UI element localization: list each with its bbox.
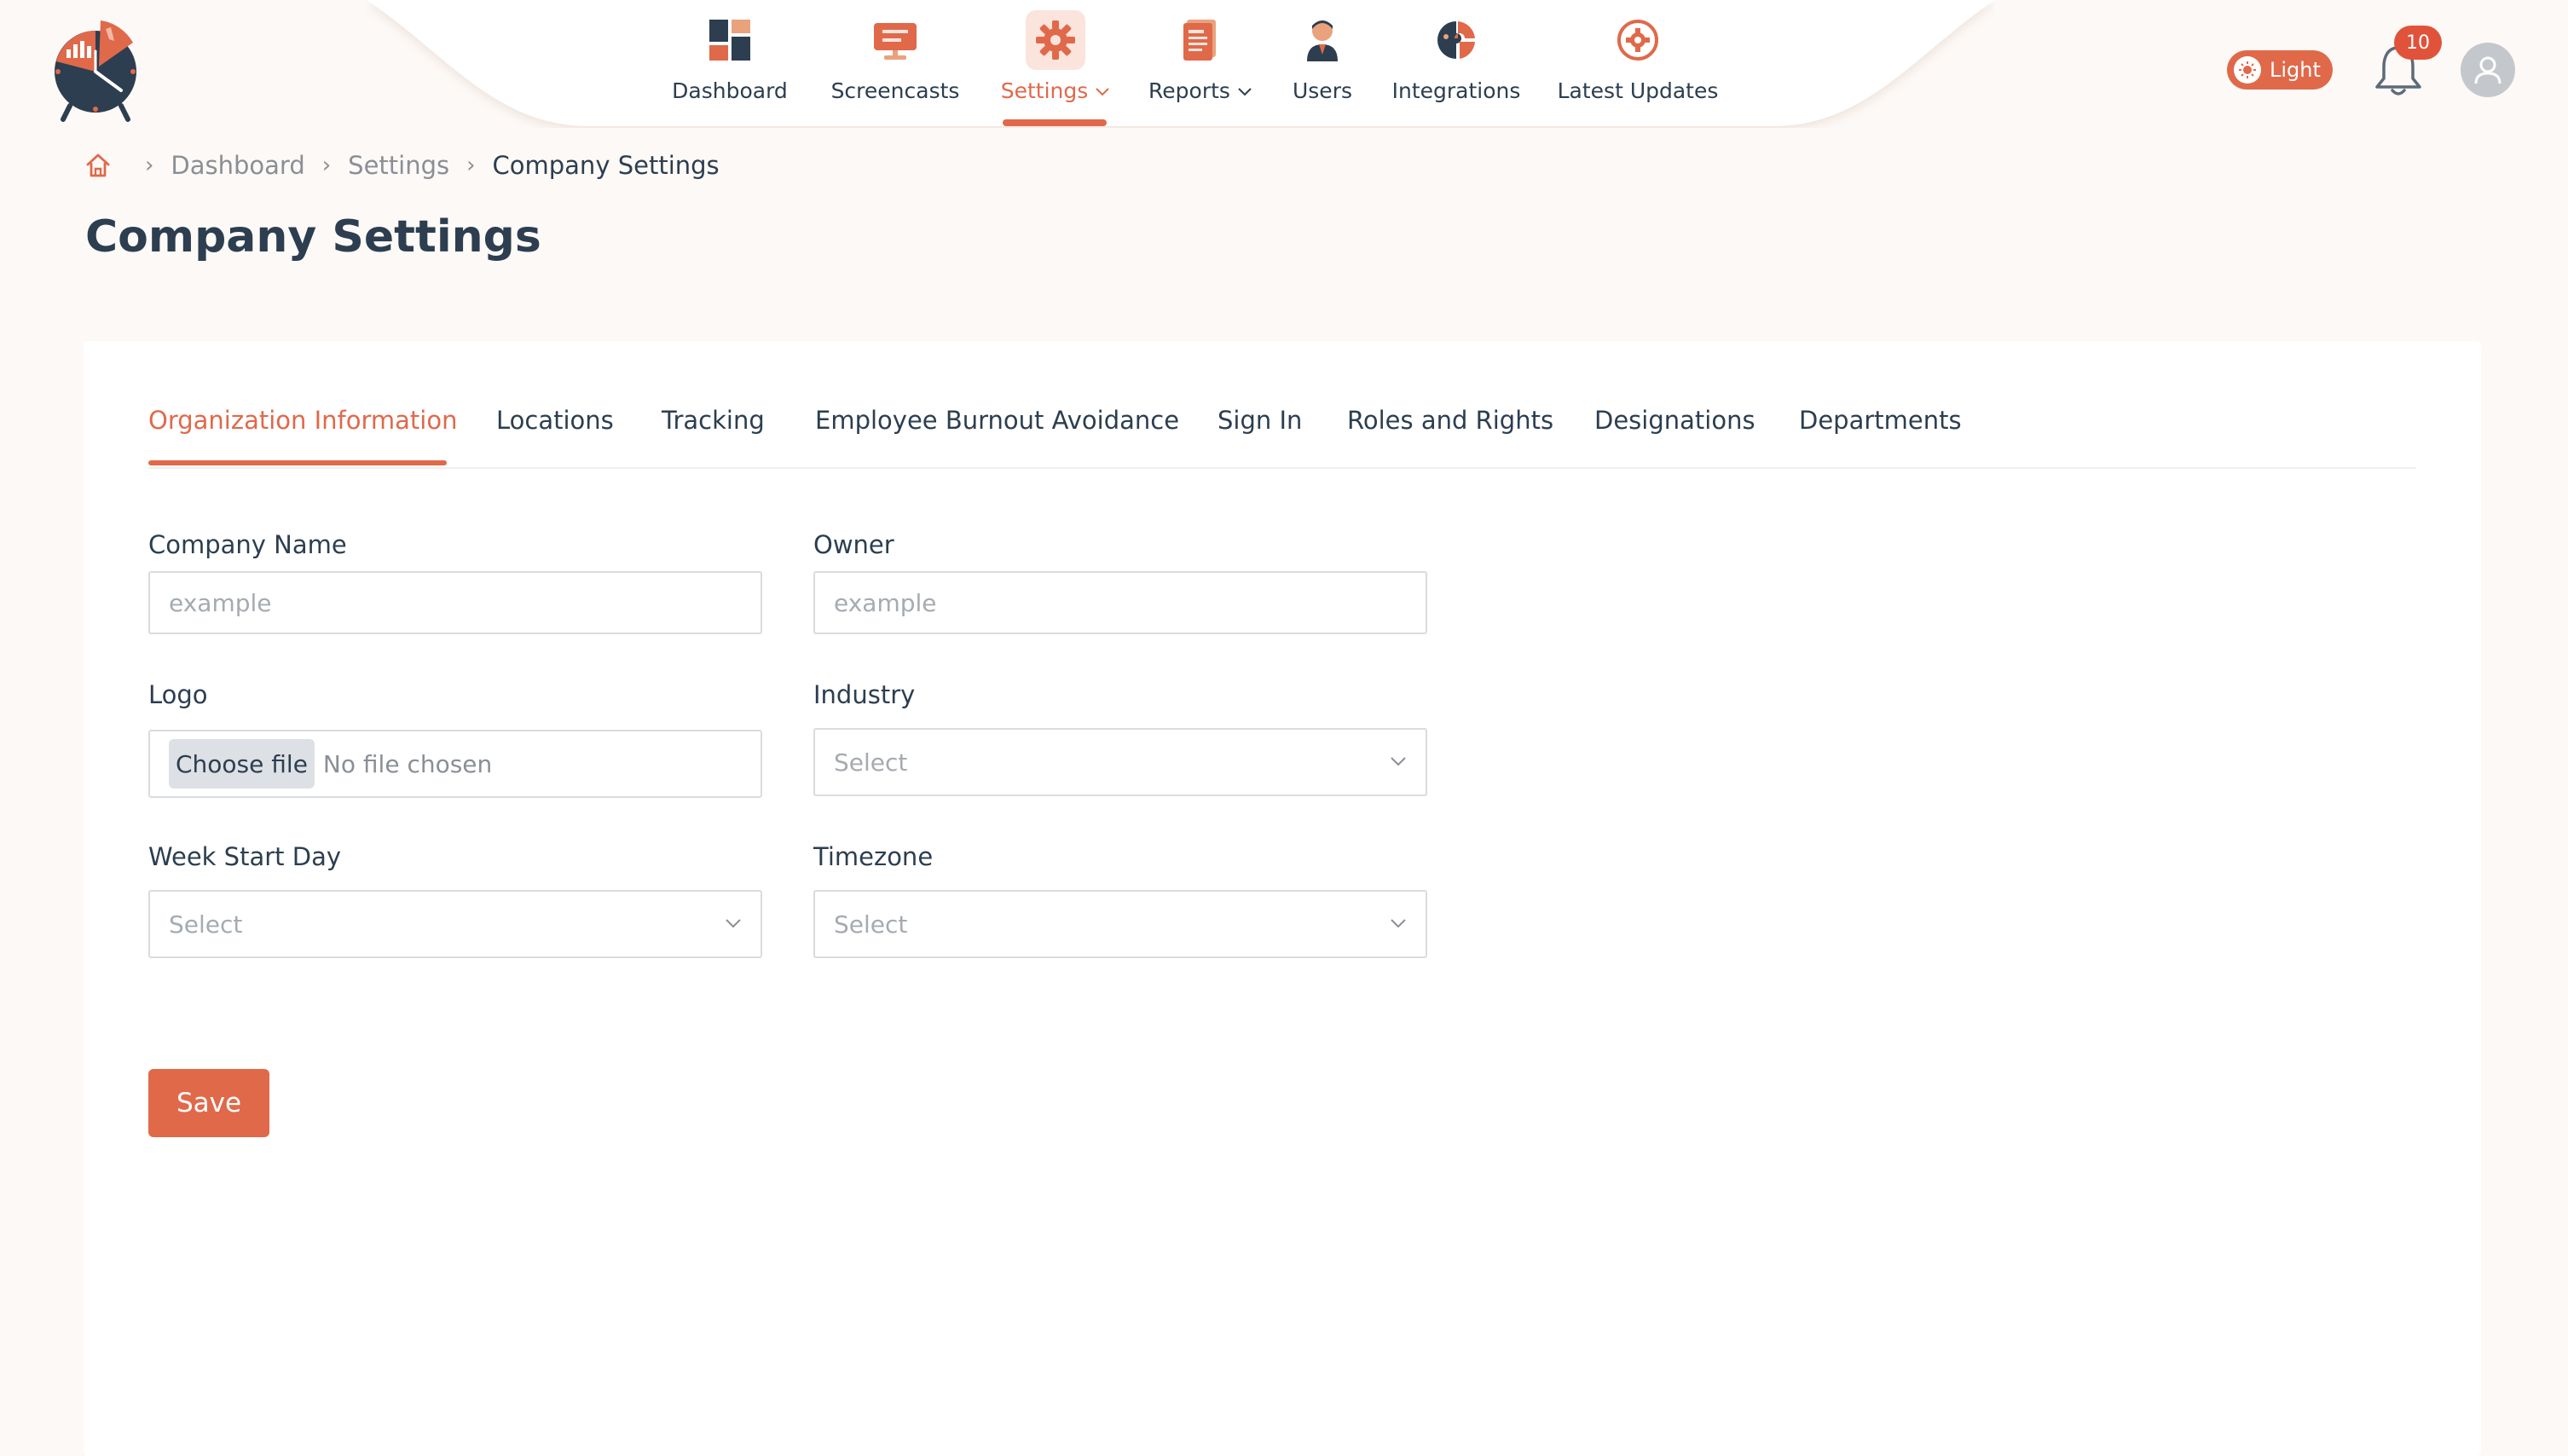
- tab-tracking[interactable]: Tracking: [662, 406, 765, 435]
- breadcrumb-separator: ›: [321, 153, 332, 178]
- owner-input[interactable]: [813, 571, 1427, 634]
- breadcrumb-item-current: Company Settings: [492, 151, 720, 180]
- nav-item-screencasts[interactable]: Screencasts: [827, 10, 963, 130]
- chevron-down-icon: [1391, 757, 1406, 766]
- sun-icon: [2239, 61, 2256, 78]
- logo-label: Logo: [148, 680, 208, 709]
- file-status-text: No file chosen: [322, 749, 493, 778]
- page-title: Company Settings: [85, 211, 541, 263]
- week-start-day-select-value: Select: [169, 910, 243, 939]
- settings-card: Organization Information Locations Track…: [84, 341, 2481, 1456]
- notification-badge: 10: [2394, 26, 2442, 60]
- nav-label: Integrations: [1391, 78, 1521, 103]
- breadcrumb-item-settings[interactable]: Settings: [348, 151, 449, 180]
- chevron-down-icon: [1238, 87, 1252, 95]
- chevron-down-icon: [1096, 87, 1109, 95]
- nav-item-dashboard[interactable]: Dashboard: [670, 10, 789, 130]
- breadcrumb: › Dashboard › Settings › Company Setting…: [85, 148, 720, 182]
- owner-label: Owner: [813, 530, 894, 559]
- tab-active-indicator: [148, 460, 447, 465]
- nav-label: Screencasts: [830, 78, 960, 103]
- nav-label: Settings: [1000, 78, 1089, 103]
- report-icon: [1183, 20, 1216, 61]
- dashboard-icon: [709, 20, 750, 61]
- timezone-select-value: Select: [834, 910, 908, 939]
- nav-item-settings[interactable]: Settings: [998, 10, 1113, 130]
- nav-item-integrations[interactable]: Integrations: [1390, 10, 1523, 130]
- tab-departments[interactable]: Departments: [1799, 406, 1962, 435]
- week-start-day-label: Week Start Day: [148, 842, 341, 871]
- nav-label: Users: [1292, 78, 1352, 103]
- home-icon[interactable]: [85, 153, 111, 178]
- updates-icon: [1617, 20, 1658, 61]
- user-avatar-icon: [2474, 56, 2501, 84]
- choose-file-button[interactable]: Choose file: [169, 739, 315, 789]
- industry-label: Industry: [813, 680, 916, 709]
- logo-file-input[interactable]: Choose file No file chosen: [148, 730, 762, 798]
- company-name-label: Company Name: [148, 530, 347, 559]
- breadcrumb-separator: ›: [466, 153, 476, 178]
- nav-item-reports[interactable]: Reports: [1148, 10, 1253, 130]
- breadcrumb-item-dashboard[interactable]: Dashboard: [171, 151, 304, 180]
- screencast-icon: [874, 23, 917, 60]
- tab-locations[interactable]: Locations: [496, 406, 614, 435]
- avatar[interactable]: [2461, 43, 2515, 97]
- settings-tabs: Organization Information Locations Track…: [148, 341, 2416, 469]
- user-icon: [1307, 20, 1338, 61]
- breadcrumb-separator: ›: [145, 153, 154, 178]
- industry-select[interactable]: Select: [813, 728, 1427, 796]
- tab-organization-information[interactable]: Organization Information: [148, 406, 458, 435]
- puzzle-icon: [1437, 21, 1475, 59]
- industry-select-value: Select: [834, 748, 908, 777]
- theme-label: Light: [2270, 58, 2321, 82]
- tab-sign-in[interactable]: Sign In: [1217, 406, 1302, 435]
- nav-label: Reports: [1148, 78, 1230, 103]
- nav-active-indicator: [1003, 119, 1107, 126]
- nav-label: Dashboard: [672, 78, 788, 103]
- chevron-down-icon: [1391, 919, 1406, 928]
- gear-icon: [1036, 20, 1075, 60]
- timezone-label: Timezone: [813, 842, 934, 871]
- nav-item-users[interactable]: Users: [1284, 10, 1361, 130]
- tab-employee-burnout-avoidance[interactable]: Employee Burnout Avoidance: [815, 406, 1179, 435]
- theme-toggle[interactable]: Light: [2227, 50, 2333, 90]
- week-start-day-select[interactable]: Select: [148, 890, 762, 958]
- nav-label: Latest Updates: [1557, 78, 1719, 103]
- save-button[interactable]: Save: [148, 1069, 269, 1137]
- tab-roles-and-rights[interactable]: Roles and Rights: [1347, 406, 1553, 435]
- company-name-input[interactable]: [148, 571, 762, 634]
- tab-designations[interactable]: Designations: [1594, 406, 1755, 435]
- main-nav: Dashboard Screencasts Settings Reports U…: [0, 0, 2568, 128]
- timezone-select[interactable]: Select: [813, 890, 1427, 958]
- chevron-down-icon: [726, 919, 741, 928]
- top-bar: Dashboard Screencasts Settings Reports U…: [0, 0, 2568, 136]
- nav-item-latest-updates[interactable]: Latest Updates: [1557, 10, 1719, 130]
